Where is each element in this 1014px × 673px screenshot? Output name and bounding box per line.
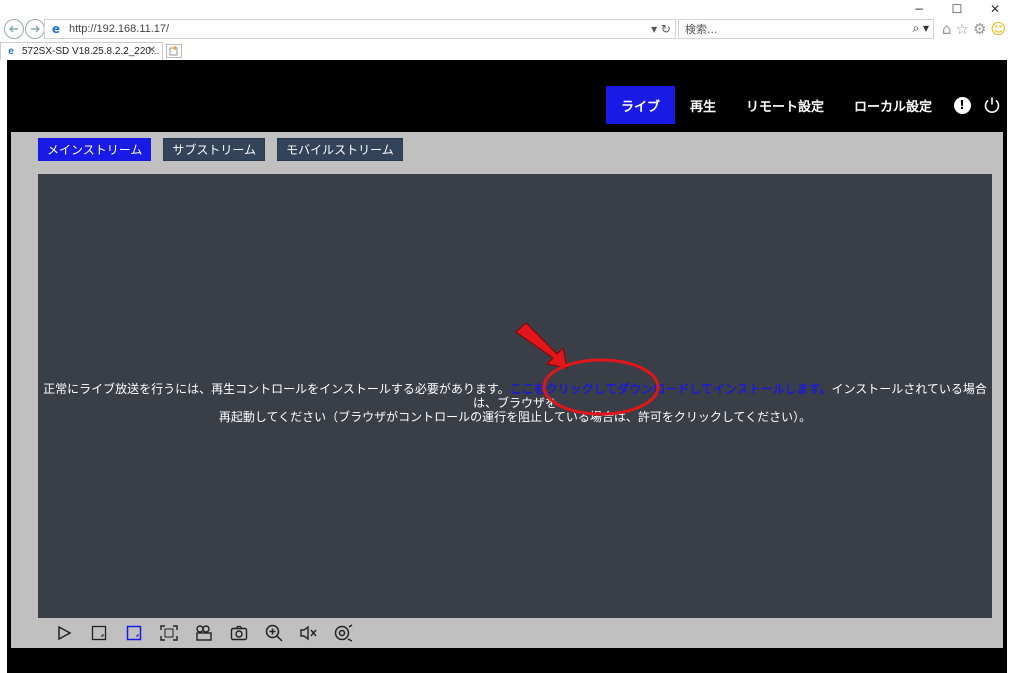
stream-tabs: メインストリーム サブストリーム モバイルストリーム bbox=[38, 138, 403, 161]
feedback-smiley-icon[interactable]: ☺ bbox=[990, 20, 1006, 38]
record-icon bbox=[196, 625, 212, 641]
zoom-in-icon bbox=[265, 624, 283, 642]
player-controls bbox=[53, 622, 355, 644]
new-tab-icon bbox=[169, 46, 178, 56]
url-text: http://192.168.11.17/ bbox=[69, 23, 170, 35]
fit-view-icon bbox=[126, 625, 142, 641]
ptz-icon bbox=[334, 624, 353, 642]
search-placeholder: 検索... bbox=[685, 23, 718, 36]
ptz-button[interactable] bbox=[333, 622, 355, 644]
browser-tab[interactable]: e 572SX-SD V18.25.8.2.2_220... ✕ bbox=[0, 42, 163, 60]
logout-button[interactable] bbox=[977, 86, 1007, 124]
tab-close-icon[interactable]: ✕ bbox=[148, 45, 156, 56]
tab-mobile-stream[interactable]: モバイルストリーム bbox=[277, 138, 403, 161]
snapshot-button[interactable] bbox=[228, 622, 250, 644]
nav-remote-settings[interactable]: リモート設定 bbox=[731, 86, 839, 124]
single-view-icon bbox=[91, 625, 107, 641]
nav-playback[interactable]: 再生 bbox=[675, 86, 731, 124]
power-icon bbox=[984, 97, 1000, 113]
camera-snapshot-icon bbox=[230, 625, 248, 641]
tab-main-stream[interactable]: メインストリーム bbox=[38, 138, 152, 161]
play-button[interactable] bbox=[53, 622, 75, 644]
toolbar-icons: ⌂ ☆ ⚙ ☺ bbox=[942, 20, 1006, 38]
zoom-in-button[interactable] bbox=[263, 622, 285, 644]
plugin-install-message: 正常にライブ放送を行うには、再生コントロールをインストールする必要があります。こ… bbox=[38, 382, 992, 424]
nav-local-settings[interactable]: ローカル設定 bbox=[839, 86, 947, 124]
home-icon[interactable]: ⌂ bbox=[942, 20, 952, 38]
fit-view-button[interactable] bbox=[123, 622, 145, 644]
address-bar-row: e http://192.168.11.17/ ▾ ↻ 検索... ⌕ ▾ ⌂ … bbox=[0, 16, 1014, 42]
tab-favicon-icon: e bbox=[8, 45, 14, 57]
favorites-star-icon[interactable]: ☆ bbox=[956, 20, 969, 38]
fullscreen-icon bbox=[160, 625, 178, 641]
tab-strip: e 572SX-SD V18.25.8.2.2_220... ✕ bbox=[0, 42, 1014, 60]
video-area[interactable]: 正常にライブ放送を行うには、再生コントロールをインストールする必要があります。こ… bbox=[38, 174, 992, 618]
web-page: ライブ 再生 リモート設定 ローカル設定 ! メインストリーム サブストリーム … bbox=[7, 60, 1007, 673]
single-view-button[interactable] bbox=[88, 622, 110, 644]
settings-gear-icon[interactable]: ⚙ bbox=[973, 20, 986, 38]
mute-button[interactable] bbox=[298, 622, 320, 644]
main-nav: ライブ 再生 リモート設定 ローカル設定 ! bbox=[605, 86, 1007, 124]
search-field[interactable]: 検索... ⌕ ▾ bbox=[678, 19, 934, 39]
search-icon[interactable]: ⌕ ▾ bbox=[912, 21, 929, 36]
message-line2: 再起動してください（ブラウザがコントロールの運行を阻止している場合は、許可をクリ… bbox=[218, 410, 812, 424]
mute-icon bbox=[300, 625, 317, 641]
refresh-icon[interactable]: ▾ ↻ bbox=[651, 22, 671, 36]
fullscreen-button[interactable] bbox=[158, 622, 180, 644]
download-link[interactable]: ここをクリックしてダウンロードしてインストールします。 bbox=[510, 382, 832, 396]
message-prefix: 正常にライブ放送を行うには、再生コントロールをインストールする必要があります。 bbox=[43, 382, 510, 396]
back-button[interactable] bbox=[4, 19, 24, 39]
red-arrow-icon bbox=[515, 322, 568, 369]
new-tab-button[interactable] bbox=[166, 44, 182, 58]
alert-icon: ! bbox=[953, 96, 971, 114]
nav-live[interactable]: ライブ bbox=[605, 86, 675, 124]
live-panel: メインストリーム サブストリーム モバイルストリーム 正常にライブ放送を行うには… bbox=[11, 132, 1003, 648]
address-field[interactable]: e http://192.168.11.17/ ▾ ↻ bbox=[44, 19, 676, 39]
ie-logo-icon: e bbox=[51, 22, 61, 36]
record-button[interactable] bbox=[193, 622, 215, 644]
forward-button[interactable] bbox=[25, 19, 45, 39]
alert-button[interactable]: ! bbox=[947, 86, 977, 124]
tab-sub-stream[interactable]: サブストリーム bbox=[163, 138, 266, 161]
forward-arrow-icon bbox=[31, 25, 40, 33]
back-arrow-icon bbox=[9, 25, 18, 33]
tab-title: 572SX-SD V18.25.8.2.2_220... bbox=[22, 46, 160, 57]
play-icon bbox=[58, 625, 72, 641]
